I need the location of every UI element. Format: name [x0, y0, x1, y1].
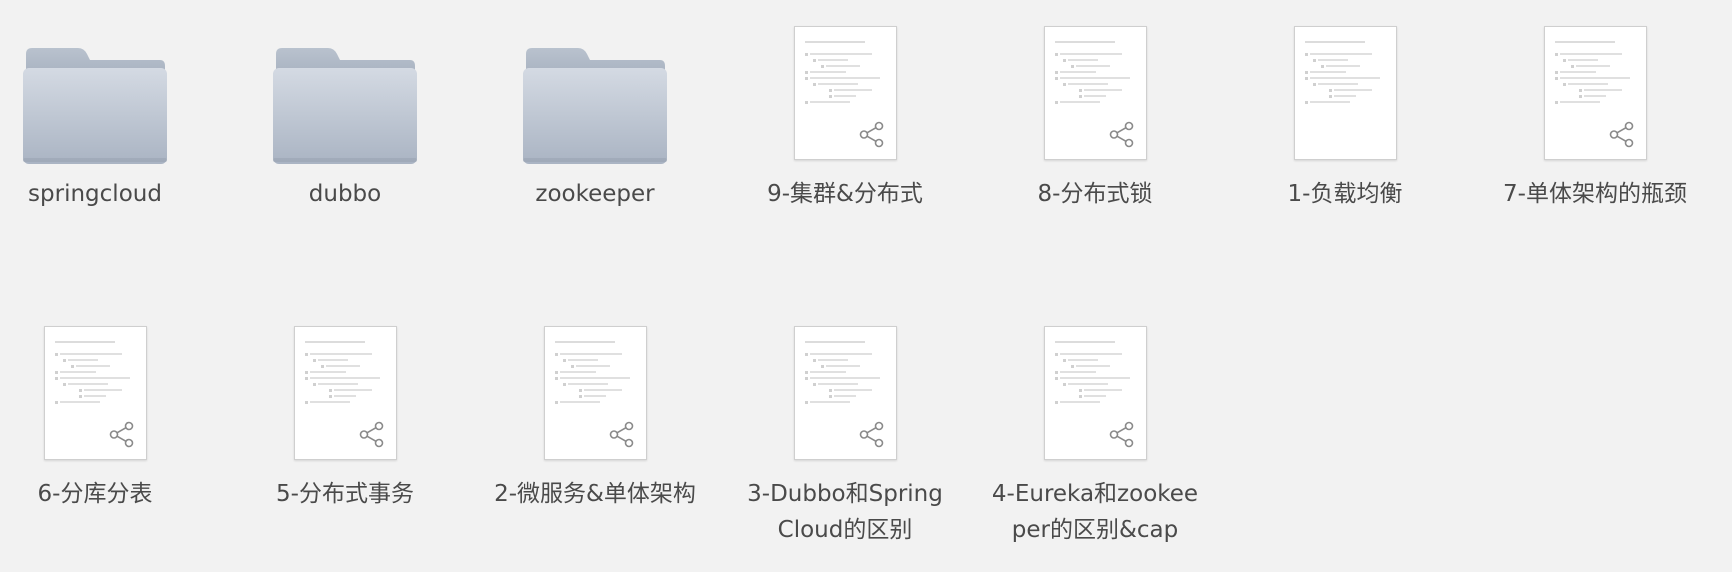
folder-item[interactable]: dubbo [240, 24, 450, 224]
file-icon-box[interactable] [740, 326, 950, 466]
document-thumbnail-icon [44, 326, 147, 460]
file-name: 1-负载均衡 [1287, 181, 1403, 207]
document-thumbnail-icon [294, 326, 397, 460]
folder-name: springcloud [28, 181, 162, 207]
folder-icon [523, 48, 667, 164]
document-preview-lines [55, 341, 130, 404]
document-preview-lines [805, 341, 880, 404]
folder-icon [23, 48, 167, 164]
share-icon[interactable] [1108, 421, 1135, 448]
file-item[interactable]: 7-单体架构的瓶颈 [1490, 26, 1700, 226]
folder-item[interactable]: springcloud [0, 24, 200, 224]
file-icon-box[interactable] [0, 326, 200, 466]
document-preview-lines [805, 41, 880, 104]
document-preview-lines [1055, 341, 1130, 404]
file-item[interactable]: 1-负载均衡 [1240, 26, 1450, 226]
folder-icon [273, 48, 417, 164]
document-thumbnail-icon [1544, 26, 1647, 160]
document-thumbnail-icon [1044, 326, 1147, 460]
file-item[interactable]: 8-分布式锁 [990, 26, 1200, 226]
folder-icon-box[interactable] [490, 24, 700, 164]
share-icon[interactable] [358, 421, 385, 448]
file-name: 5-分布式事务 [276, 481, 414, 507]
file-item[interactable]: 6-分库分表 [0, 326, 200, 566]
file-name: 2-微服务&单体架构 [494, 481, 696, 507]
document-thumbnail-icon [1044, 26, 1147, 160]
document-preview-lines [305, 341, 380, 404]
file-name: 8-分布式锁 [1037, 181, 1153, 207]
share-icon[interactable] [1108, 121, 1135, 148]
folder-icon-box[interactable] [240, 24, 450, 164]
file-icon-box[interactable] [1240, 26, 1450, 166]
file-item[interactable]: 3-Dubbo和SpringCloud的区别 [740, 326, 950, 566]
file-name: 4-Eureka和zookeeper的区别&cap [991, 481, 1199, 543]
file-name: 6-分库分表 [37, 481, 153, 507]
file-icon-box[interactable] [990, 26, 1200, 166]
file-icon-box[interactable] [240, 326, 450, 466]
share-icon[interactable] [1608, 121, 1635, 148]
share-icon[interactable] [108, 421, 135, 448]
share-icon[interactable] [858, 421, 885, 448]
document-thumbnail-icon [794, 326, 897, 460]
document-thumbnail-icon [794, 26, 897, 160]
folder-item[interactable]: zookeeper [490, 24, 700, 224]
file-name: 3-Dubbo和SpringCloud的区别 [747, 481, 943, 543]
file-name: 7-单体架构的瓶颈 [1503, 181, 1687, 207]
file-icon-box[interactable] [740, 26, 950, 166]
file-icon-box[interactable] [990, 326, 1200, 466]
share-icon[interactable] [858, 121, 885, 148]
file-icon-box[interactable] [490, 326, 700, 466]
file-icon-box[interactable] [1490, 26, 1700, 166]
folder-icon-box[interactable] [0, 24, 200, 164]
document-thumbnail-icon [544, 326, 647, 460]
file-item[interactable]: 2-微服务&单体架构 [490, 326, 700, 566]
share-icon[interactable] [608, 421, 635, 448]
file-item[interactable]: 9-集群&分布式 [740, 26, 950, 226]
document-preview-lines [1555, 41, 1630, 104]
file-grid: springcloud dubbo zookeeper 9-集群&分布式 8-分… [0, 0, 1732, 572]
document-preview-lines [555, 341, 630, 404]
folder-name: zookeeper [535, 181, 655, 207]
document-preview-lines [1305, 41, 1380, 104]
document-preview-lines [1055, 41, 1130, 104]
folder-name: dubbo [308, 181, 382, 207]
file-name: 9-集群&分布式 [767, 181, 923, 207]
file-item[interactable]: 5-分布式事务 [240, 326, 450, 566]
document-thumbnail-icon [1294, 26, 1397, 160]
file-item[interactable]: 4-Eureka和zookeeper的区别&cap [990, 326, 1200, 566]
